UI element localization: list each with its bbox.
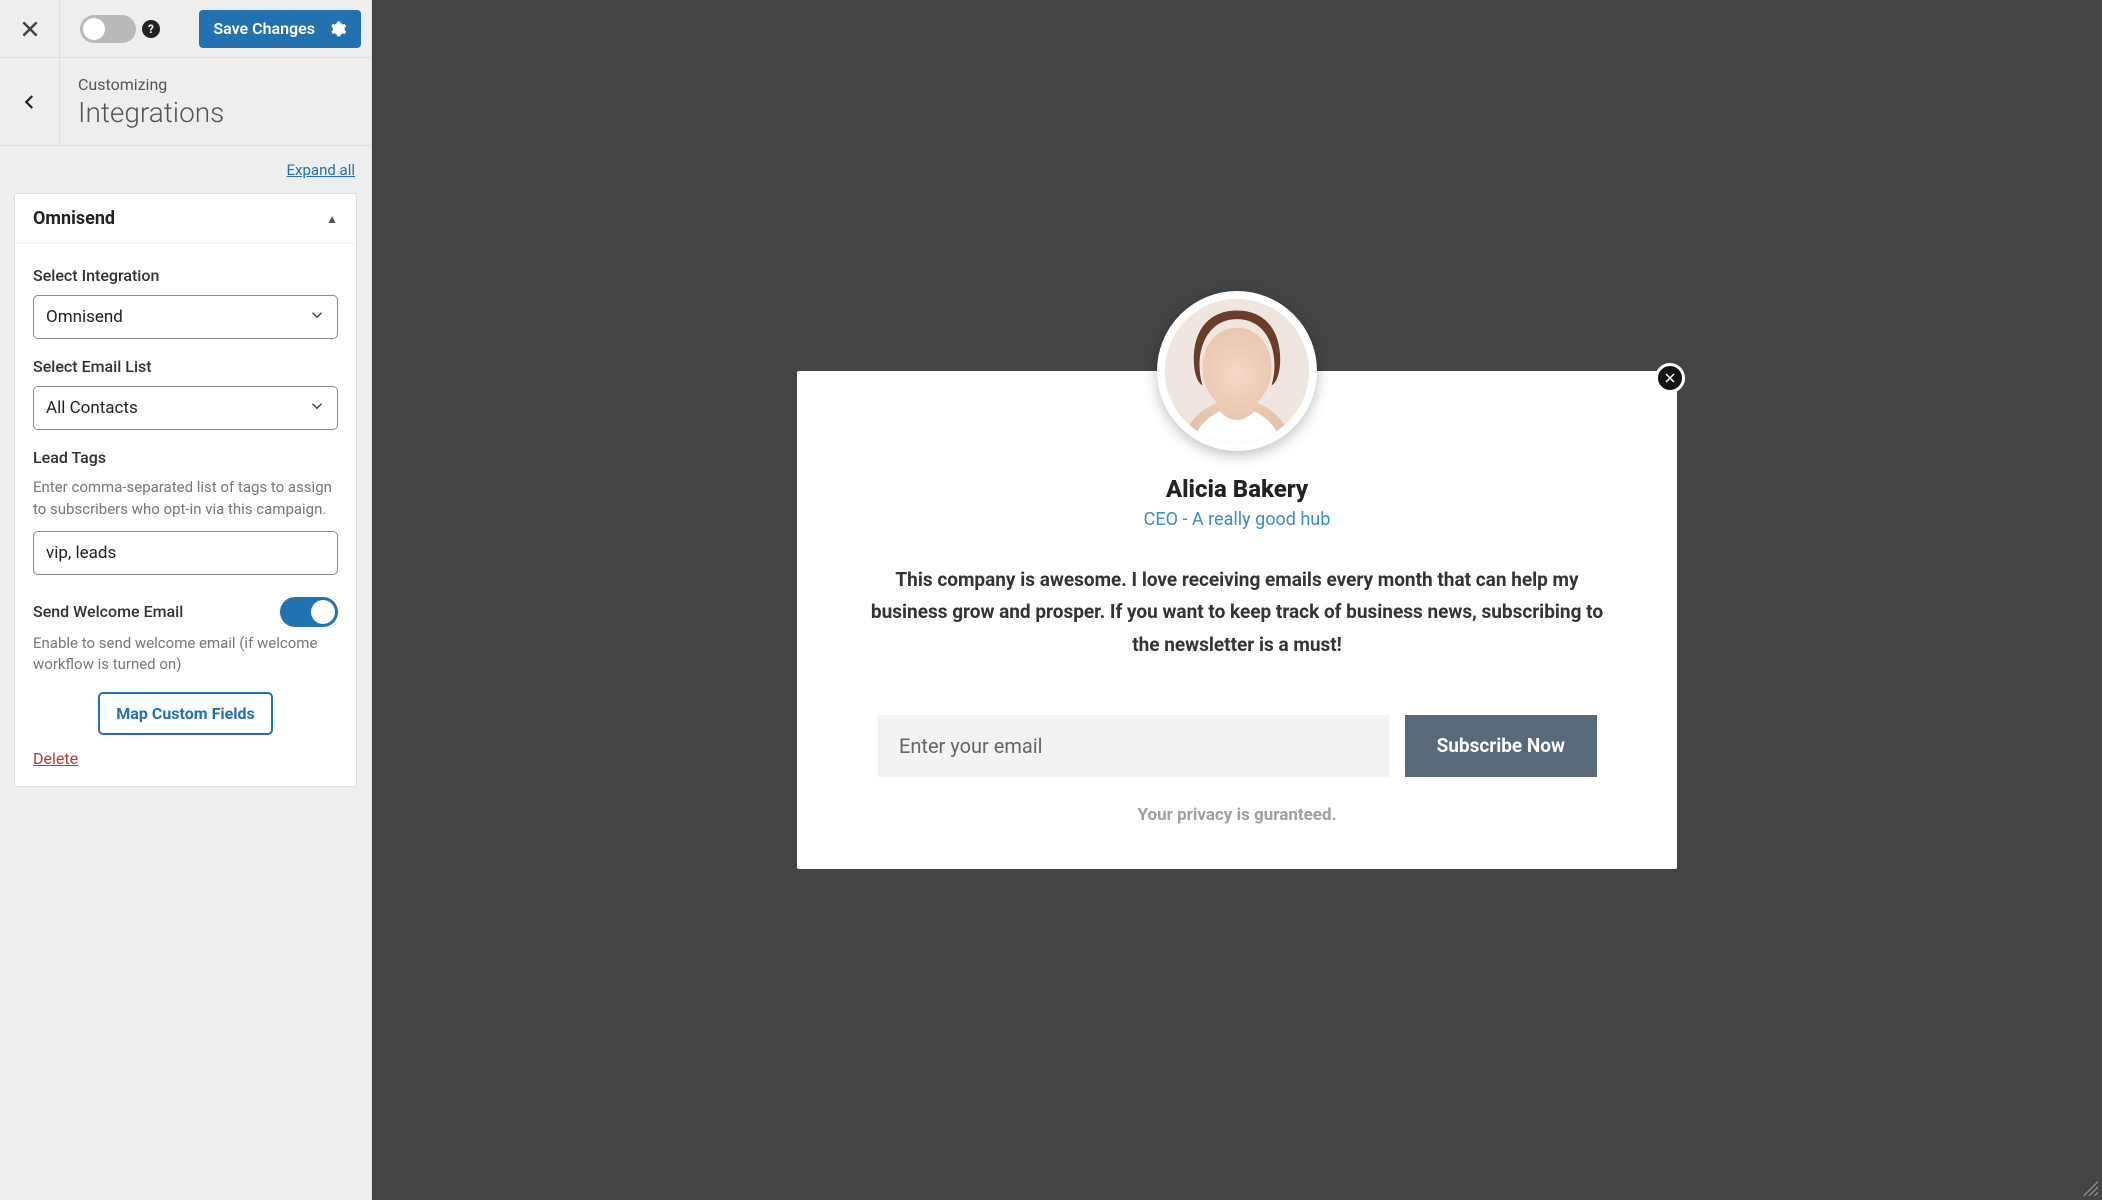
lead-tags-desc: Enter comma-separated list of tags to as… (33, 477, 338, 521)
back-button[interactable] (0, 58, 60, 146)
close-icon (20, 19, 40, 39)
close-icon (1664, 372, 1676, 384)
welcome-label: Send Welcome Email (33, 602, 183, 621)
popup-name: Alicia Bakery (847, 475, 1627, 503)
sidebar-topbar: ? Save Changes (0, 0, 371, 58)
panel-title: Omnisend (33, 208, 115, 229)
section-title: Customizing Integrations (60, 75, 242, 129)
select-email-list[interactable] (33, 386, 338, 430)
preview-toggle[interactable] (80, 15, 136, 43)
welcome-toggle[interactable] (280, 597, 338, 627)
expand-all-link[interactable]: Expand all (287, 161, 355, 179)
resize-handle-icon[interactable] (2080, 1178, 2098, 1196)
select-integration-label: Select Integration (33, 266, 338, 285)
privacy-note: Your privacy is guranteed. (847, 805, 1627, 825)
subscribe-button[interactable]: Subscribe Now (1405, 715, 1597, 777)
select-list-wrap (33, 386, 338, 430)
select-integration-wrap (33, 295, 338, 339)
panel-body: Select Integration Select Email List Lea… (15, 244, 356, 786)
gear-icon (329, 20, 347, 38)
popup-close-button[interactable] (1655, 363, 1685, 393)
customizer-sidebar: ? Save Changes Customizing Integrations … (0, 0, 372, 1200)
chevron-left-icon (21, 93, 39, 111)
popup-role: CEO - A really good hub (847, 509, 1627, 530)
breadcrumb: Customizing (78, 75, 224, 94)
preview-canvas: Alicia Bakery CEO - A really good hub Th… (372, 0, 2102, 1200)
section-title-row: Customizing Integrations (0, 58, 371, 146)
save-button-label: Save Changes (213, 19, 315, 38)
popup: Alicia Bakery CEO - A really good hub Th… (797, 371, 1677, 869)
integration-panel: Omnisend ▲ Select Integration Select Ema… (14, 193, 357, 787)
close-customizer-button[interactable] (0, 0, 60, 58)
panel-header[interactable]: Omnisend ▲ (15, 194, 356, 244)
lead-tags-label: Lead Tags (33, 448, 338, 467)
select-list-label: Select Email List (33, 357, 338, 376)
caret-up-icon: ▲ (326, 212, 338, 226)
welcome-toggle-row: Send Welcome Email (33, 597, 338, 627)
subscribe-row: Subscribe Now (877, 715, 1597, 777)
welcome-desc: Enable to send welcome email (if welcome… (33, 633, 338, 677)
delete-link[interactable]: Delete (33, 749, 78, 768)
map-custom-fields-button[interactable]: Map Custom Fields (98, 692, 272, 735)
popup-quote: This company is awesome. I love receivin… (867, 564, 1607, 661)
select-integration[interactable] (33, 295, 338, 339)
expand-all-row: Expand all (0, 146, 371, 193)
lead-tags-input[interactable] (33, 531, 338, 575)
email-input[interactable] (877, 715, 1389, 777)
preview-toggle-wrap: ? (80, 15, 160, 43)
avatar (1157, 291, 1317, 451)
page-title: Integrations (78, 96, 224, 129)
save-button[interactable]: Save Changes (199, 10, 361, 48)
avatar-image (1165, 299, 1309, 443)
help-icon[interactable]: ? (142, 20, 160, 38)
